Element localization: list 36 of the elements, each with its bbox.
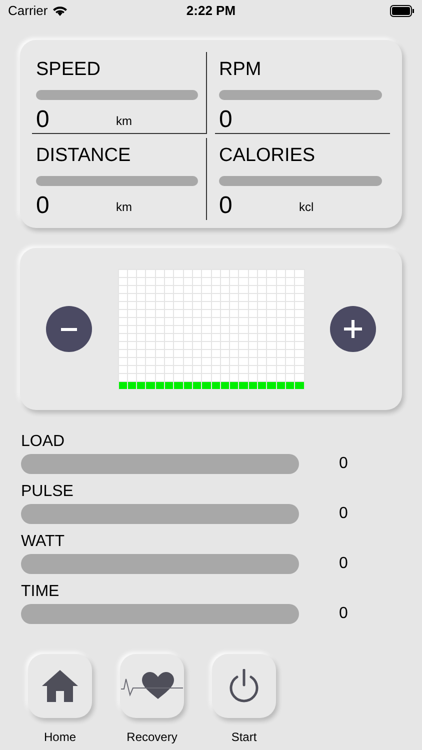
metric-label: DISTANCE: [36, 144, 132, 168]
parameter-label: TIME: [21, 582, 60, 602]
parameter-label: WATT: [21, 532, 66, 552]
power-icon: [228, 669, 260, 703]
parameter-label: PULSE: [21, 482, 74, 502]
parameter-label: LOAD: [21, 432, 66, 452]
parameter-value: 0: [339, 454, 348, 474]
plus-icon: [344, 320, 362, 338]
parameter-value: 0: [339, 504, 348, 524]
unit-label: km: [116, 113, 132, 130]
carrier-label: Carrier: [8, 2, 48, 20]
nav-label: Home: [44, 729, 76, 746]
decrease-button[interactable]: [46, 306, 92, 352]
clock-time: 2:22 PM: [186, 2, 236, 20]
metric-label: SPEED: [36, 58, 102, 82]
battery-icon: [390, 5, 414, 17]
wifi-icon: [52, 5, 68, 17]
metric-value: 0: [219, 192, 234, 220]
nav-label: Start: [231, 729, 257, 746]
parameter-value: 0: [339, 554, 348, 574]
parameter-value: 0: [339, 604, 348, 624]
metric-label: CALORIES: [219, 144, 316, 168]
metric-value: 0: [36, 192, 50, 220]
minus-icon: [61, 328, 77, 330]
heartbeat-icon: [121, 671, 183, 701]
unit-label: km: [116, 199, 132, 216]
increase-button[interactable]: [330, 306, 376, 352]
metric-value: 0: [219, 106, 234, 134]
nav-label: Recovery: [126, 729, 178, 746]
nav-button[interactable]: [28, 654, 92, 718]
house-icon: [41, 669, 79, 703]
metric-value: 0: [36, 106, 50, 134]
nav-button[interactable]: [120, 654, 184, 718]
unit-label: kcl: [299, 199, 314, 216]
metric-label: RPM: [219, 58, 262, 82]
nav-button[interactable]: [212, 654, 276, 718]
